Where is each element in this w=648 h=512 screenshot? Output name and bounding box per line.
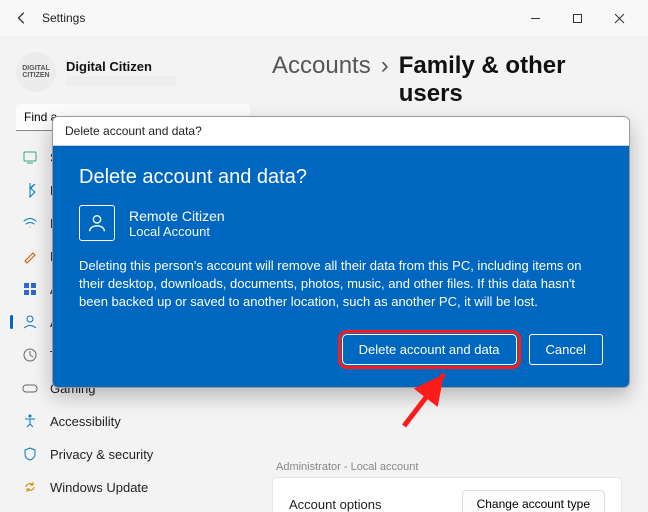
apps-icon <box>22 281 38 297</box>
window-title: Settings <box>42 11 85 25</box>
delete-account-dialog: Delete account and data? Delete account … <box>52 116 630 388</box>
person-icon <box>22 314 38 330</box>
row-button[interactable]: Change account type <box>462 490 605 512</box>
breadcrumb-parent[interactable]: Accounts <box>272 52 371 80</box>
dialog-description: Deleting this person's account will remo… <box>79 257 603 312</box>
close-icon[interactable] <box>598 4 640 32</box>
dialog-heading: Delete account and data? <box>79 166 603 189</box>
clock-icon <box>22 347 38 363</box>
dialog-user-name: Remote Citizen <box>129 208 225 224</box>
bluetooth-icon <box>22 182 38 198</box>
minimize-icon[interactable] <box>514 4 556 32</box>
update-icon <box>22 479 38 495</box>
system-icon <box>22 149 38 165</box>
titlebar: Settings <box>0 0 648 36</box>
accessibility-icon <box>22 413 38 429</box>
gaming-icon <box>22 380 38 396</box>
avatar: DIGITAL CITIZEN <box>16 52 56 92</box>
maximize-icon[interactable] <box>556 4 598 32</box>
account-meta: Administrator - Local account <box>272 461 622 477</box>
brush-icon <box>22 248 38 264</box>
settings-row: Account options Change account type <box>272 477 622 512</box>
dialog-user-type: Local Account <box>129 224 225 239</box>
sidebar-item-label: Privacy & security <box>50 447 153 462</box>
row-label: Account options <box>289 497 382 512</box>
person-icon <box>79 205 115 241</box>
profile-email <box>66 76 176 86</box>
profile[interactable]: DIGITAL CITIZEN Digital Citizen <box>6 46 260 98</box>
profile-name: Digital Citizen <box>66 59 176 74</box>
wifi-icon <box>22 215 38 231</box>
delete-account-button[interactable]: Delete account and data <box>342 334 517 365</box>
dialog-titlebar: Delete account and data? <box>53 117 629 146</box>
sidebar-item-update[interactable]: Windows Update <box>10 471 256 503</box>
sidebar-item-shield[interactable]: Privacy & security <box>10 438 256 470</box>
sidebar-item-label: Accessibility <box>50 414 121 429</box>
back-icon[interactable] <box>8 4 36 32</box>
cancel-button[interactable]: Cancel <box>529 334 603 365</box>
chevron-right-icon: › <box>381 52 389 80</box>
breadcrumb-current: Family & other users <box>399 52 622 108</box>
sidebar-item-accessibility[interactable]: Accessibility <box>10 405 256 437</box>
breadcrumb: Accounts › Family & other users <box>272 52 622 108</box>
shield-icon <box>22 446 38 462</box>
sidebar-item-label: Windows Update <box>50 480 148 495</box>
